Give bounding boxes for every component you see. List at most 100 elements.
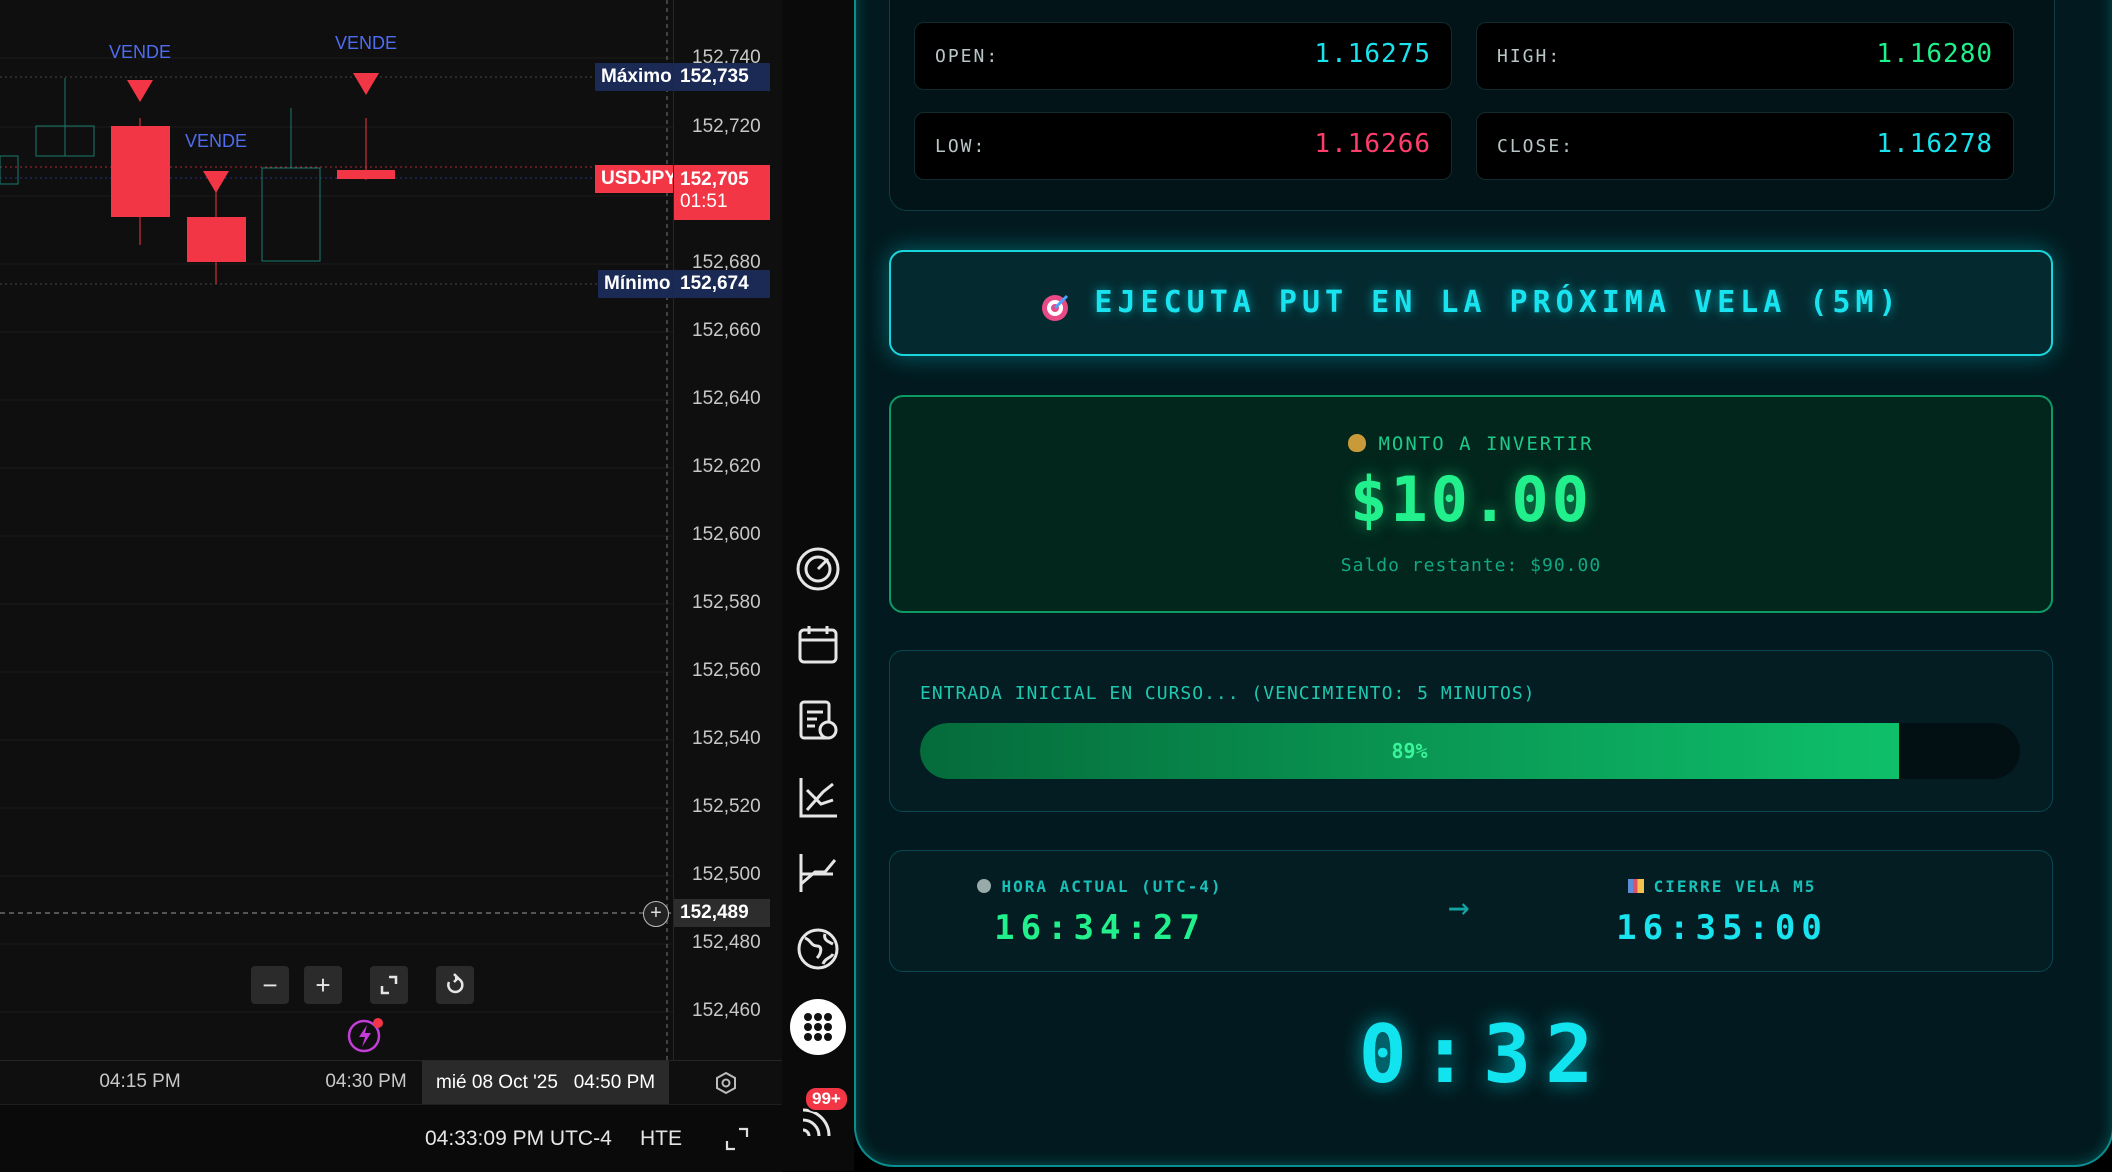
ohlc-value: 1.16280 bbox=[1876, 39, 1993, 69]
zoom-out-button[interactable]: − bbox=[251, 966, 289, 1004]
symbol-label: USDJPY bbox=[595, 165, 684, 193]
time-axis[interactable]: 04:15 PM 04:30 PM mié 08 Oct '25 04:50 P… bbox=[0, 1060, 782, 1105]
price-tick: 152,460 bbox=[692, 1000, 761, 1021]
countdown-timer: 0:32 bbox=[1358, 1008, 1608, 1101]
grid-dots bbox=[804, 1013, 832, 1041]
candle-close-block: CIERRE VELA M5 16:35:00 bbox=[1522, 877, 1922, 948]
clock-icon bbox=[977, 879, 992, 893]
reset-icon bbox=[447, 973, 464, 994]
target-icon bbox=[1042, 294, 1069, 321]
current-price-label: 152,705 01:51 bbox=[674, 165, 770, 220]
candle bbox=[111, 118, 170, 245]
bar-chart-icon bbox=[1627, 879, 1644, 893]
trading-panel: OPEN: 1.16275 HIGH: 1.16280 LOW: 1.16266… bbox=[854, 0, 2112, 1171]
ohlc-value: 1.16275 bbox=[1314, 39, 1431, 69]
price-tick: 152,560 bbox=[692, 660, 761, 681]
progress-percent: 89% bbox=[1391, 739, 1428, 763]
current-time-label: HORA ACTUAL (UTC-4) bbox=[1001, 877, 1223, 896]
calendar-icon[interactable] bbox=[795, 622, 841, 668]
chart-canvas bbox=[0, 0, 673, 1060]
ohlc-open: OPEN: 1.16275 bbox=[914, 22, 1452, 90]
time-tick: 04:15 PM bbox=[99, 1071, 181, 1092]
entry-progress-box: ENTRADA INICIAL EN CURSO... (VENCIMIENTO… bbox=[889, 650, 2053, 812]
price-tick: 152,600 bbox=[692, 524, 761, 545]
status-bar: 04:33:09 PM UTC-4 HTE bbox=[0, 1104, 782, 1172]
sell-arrow bbox=[353, 73, 379, 95]
ohlc-label: LOW: bbox=[935, 136, 987, 157]
fit-screen-button[interactable] bbox=[370, 966, 408, 1004]
candle-close-label: CIERRE VELA M5 bbox=[1653, 877, 1817, 896]
price-tick: 152,540 bbox=[692, 728, 761, 749]
fullscreen-icon[interactable] bbox=[723, 1125, 751, 1153]
news-icon[interactable] bbox=[795, 698, 841, 744]
amount-label: MONTO A INVERTIR bbox=[1378, 433, 1594, 455]
crosshair-price-label: 152,489 bbox=[674, 899, 770, 927]
current-price: 152,705 bbox=[680, 169, 749, 190]
ohlc-high: HIGH: 1.16280 bbox=[1476, 22, 2014, 90]
price-tick: 152,620 bbox=[692, 456, 761, 477]
side-toolbar: 99+ bbox=[782, 0, 855, 1171]
current-time-value: 16:34:27 bbox=[994, 908, 1206, 948]
money-bag-icon bbox=[1348, 434, 1367, 452]
price-tick: 152,720 bbox=[692, 116, 761, 137]
notification-badge: 99+ bbox=[804, 1086, 849, 1112]
settings-icon[interactable] bbox=[713, 1071, 739, 1097]
sell-arrow bbox=[203, 171, 229, 193]
time-tick: 04:30 PM bbox=[325, 1071, 407, 1092]
indicator-icon[interactable] bbox=[795, 850, 841, 896]
trade-signal-banner: EJECUTA PUT EN LA PRÓXIMA VELA (5M) bbox=[889, 250, 2053, 356]
arrow-icon: → bbox=[1448, 887, 1470, 928]
signal-label: VENDE bbox=[108, 42, 172, 62]
candle bbox=[0, 155, 19, 185]
ohlc-value: 1.16278 bbox=[1876, 129, 1993, 159]
amount-value: $10.00 bbox=[1350, 463, 1592, 536]
min-label: Mínimo bbox=[598, 270, 677, 298]
ohlc-label: CLOSE: bbox=[1497, 136, 1575, 157]
ohlc-close: CLOSE: 1.16278 bbox=[1476, 112, 2014, 180]
candle bbox=[187, 178, 246, 284]
price-chart[interactable]: VENDE VENDE VENDE Máximo Mínimo USDJPY +… bbox=[0, 0, 684, 1060]
speedometer-icon[interactable] bbox=[795, 546, 841, 592]
clock[interactable]: 04:33:09 PM UTC-4 bbox=[425, 1127, 612, 1151]
apps-grid-icon[interactable] bbox=[790, 999, 846, 1055]
max-label: Máximo bbox=[595, 63, 678, 91]
sell-arrow bbox=[127, 80, 153, 102]
crosshair-time-label: mié 08 Oct '25 04:50 PM bbox=[422, 1061, 670, 1105]
candle-close-value: 16:35:00 bbox=[1616, 908, 1828, 948]
chart-panel[interactable]: VENDE VENDE VENDE Máximo Mínimo USDJPY +… bbox=[0, 0, 783, 1172]
add-alert-icon[interactable]: + bbox=[643, 901, 669, 927]
time-box: HORA ACTUAL (UTC-4) 16:34:27 → CIERRE VE… bbox=[889, 850, 2053, 972]
current-time-block: HORA ACTUAL (UTC-4) 16:34:27 bbox=[900, 877, 1300, 948]
ohlc-low: LOW: 1.16266 bbox=[914, 112, 1452, 180]
amount-label-row: MONTO A INVERTIR bbox=[891, 433, 2051, 455]
min-price-label: 152,674 bbox=[674, 270, 770, 298]
progress-bar: 89% bbox=[920, 723, 2020, 779]
candle-countdown: 01:51 bbox=[680, 191, 728, 212]
trade-signal-text: EJECUTA PUT EN LA PRÓXIMA VELA (5M) bbox=[1094, 285, 1902, 320]
ohlc-label: HIGH: bbox=[1497, 46, 1562, 67]
reset-button[interactable] bbox=[436, 966, 474, 1004]
price-tick: 152,520 bbox=[692, 796, 761, 817]
max-price-label: 152,735 bbox=[674, 63, 770, 91]
ohlc-value: 1.16266 bbox=[1314, 129, 1431, 159]
exchange-label[interactable]: HTE bbox=[640, 1127, 682, 1151]
price-tick: 152,480 bbox=[692, 932, 761, 953]
globe-icon[interactable] bbox=[795, 926, 841, 972]
zoom-in-button[interactable]: + bbox=[304, 966, 342, 1004]
price-tick: 152,660 bbox=[692, 320, 761, 341]
price-tick: 152,580 bbox=[692, 592, 761, 613]
price-axis[interactable]: 152,740 152,720 152,680 152,660 152,640 … bbox=[673, 0, 782, 1060]
lightning-icon[interactable] bbox=[346, 1016, 386, 1056]
balance-text: Saldo restante: $90.00 bbox=[1340, 555, 1602, 576]
signal-label: VENDE bbox=[334, 33, 398, 53]
price-tick: 152,640 bbox=[692, 388, 761, 409]
chart-pattern-icon[interactable] bbox=[795, 774, 841, 820]
ohlc-box: OPEN: 1.16275 HIGH: 1.16280 LOW: 1.16266… bbox=[889, 0, 2055, 211]
expand-icon bbox=[380, 975, 398, 995]
candle bbox=[35, 78, 95, 157]
progress-fill: 89% bbox=[920, 723, 1899, 779]
signal-label: VENDE bbox=[184, 131, 248, 151]
ohlc-label: OPEN: bbox=[935, 46, 1000, 67]
progress-label: ENTRADA INICIAL EN CURSO... (VENCIMIENTO… bbox=[920, 683, 1536, 704]
investment-amount-box: MONTO A INVERTIR $10.00 Saldo restante: … bbox=[889, 395, 2053, 613]
